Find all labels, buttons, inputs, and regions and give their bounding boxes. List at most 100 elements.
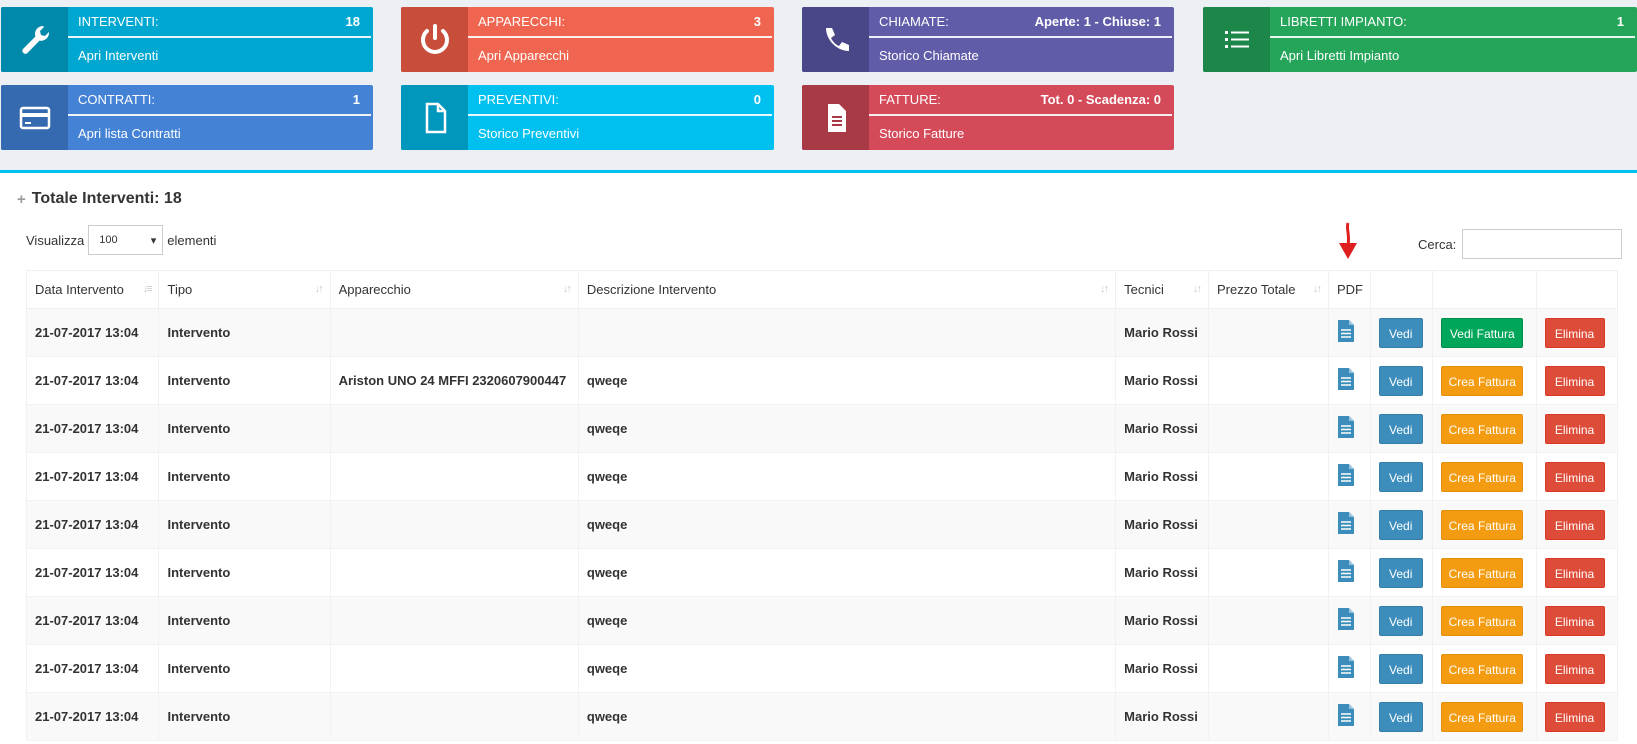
list-icon bbox=[1203, 7, 1270, 72]
view-button[interactable]: Vedi bbox=[1378, 653, 1423, 684]
column-header[interactable]: Prezzo Totale ↓↑ bbox=[1208, 270, 1329, 309]
cell-tecnici: Mario Rossi bbox=[1115, 452, 1209, 501]
cell-descrizione: qweqe bbox=[577, 644, 1117, 693]
info-tile-chiamate[interactable]: CHIAMATE: Aperte: 1 - Chiuse: 1 Storico C… bbox=[802, 7, 1174, 72]
invoice-button[interactable]: Crea Fattura bbox=[1441, 365, 1524, 396]
pdf-file-icon[interactable] bbox=[1337, 608, 1355, 634]
column-header[interactable]: Tecnici ↓↑ bbox=[1115, 270, 1209, 309]
info-tile-apparecchi[interactable]: APPARECCHI: 3 Apri Apparecchi bbox=[401, 7, 774, 72]
cell-invoice: Crea Fattura bbox=[1432, 452, 1537, 501]
delete-button[interactable]: Elimina bbox=[1544, 317, 1605, 348]
cell-pdf bbox=[1327, 308, 1371, 357]
invoice-button[interactable]: Crea Fattura bbox=[1441, 701, 1524, 732]
cell-view: Vedi bbox=[1369, 500, 1434, 549]
cell-tipo: Intervento bbox=[158, 548, 331, 597]
delete-button[interactable]: Elimina bbox=[1544, 653, 1605, 684]
tile-value: 1 bbox=[1616, 14, 1624, 29]
cell-view: Vedi bbox=[1369, 644, 1434, 693]
pdf-file-icon[interactable] bbox=[1337, 416, 1355, 442]
tile-value: Tot. 0 - Scadenza: 0 bbox=[1040, 92, 1161, 107]
view-button[interactable]: Vedi bbox=[1378, 413, 1423, 444]
column-header[interactable]: Apparecchio ↓↑ bbox=[329, 270, 579, 309]
delete-button[interactable]: Elimina bbox=[1544, 701, 1605, 732]
cell-descrizione: qweqe bbox=[577, 596, 1117, 645]
cell-prezzo bbox=[1208, 548, 1329, 597]
info-tile-fatture[interactable]: FATTURE: Tot. 0 - Scadenza: 0 Storico Fat… bbox=[802, 85, 1174, 150]
column-header[interactable]: Tipo ↓↑ bbox=[158, 270, 331, 309]
tile-link[interactable]: Apri lista Contratti bbox=[68, 116, 373, 150]
invoice-button[interactable]: Crea Fattura bbox=[1441, 557, 1524, 588]
pdf-file-icon[interactable] bbox=[1337, 320, 1355, 346]
column-header[interactable]: Descrizione Intervento ↓↑ bbox=[577, 270, 1117, 309]
pdf-file-icon[interactable] bbox=[1337, 704, 1355, 730]
cell-view: Vedi bbox=[1369, 596, 1434, 645]
view-button[interactable]: Vedi bbox=[1378, 509, 1423, 540]
tile-link[interactable]: Storico Preventivi bbox=[468, 116, 774, 150]
cell-invoice: Crea Fattura bbox=[1432, 500, 1537, 549]
table-row: 21-07-2017 13:04 Intervento Mario Rossi … bbox=[25, 308, 1619, 357]
cell-delete: Elimina bbox=[1535, 308, 1619, 357]
tile-link[interactable]: Storico Fatture bbox=[869, 116, 1174, 150]
invoice-button[interactable]: Crea Fattura bbox=[1441, 653, 1524, 684]
delete-button[interactable]: Elimina bbox=[1544, 509, 1605, 540]
file-text-icon bbox=[802, 85, 869, 150]
column-header[interactable]: Data Intervento ↓≡ bbox=[25, 270, 160, 309]
cell-prezzo bbox=[1208, 500, 1329, 549]
view-button[interactable]: Vedi bbox=[1378, 557, 1423, 588]
invoice-button[interactable]: Crea Fattura bbox=[1441, 605, 1524, 636]
page-length-select[interactable]: 100 ▾ bbox=[88, 225, 164, 255]
cell-apparecchio bbox=[329, 596, 579, 645]
cell-apparecchio bbox=[329, 308, 579, 357]
delete-button[interactable]: Elimina bbox=[1544, 461, 1605, 492]
delete-button[interactable]: Elimina bbox=[1544, 365, 1605, 396]
sort-icon: ↓↑ bbox=[1312, 283, 1322, 295]
tile-link[interactable]: Apri Apparecchi bbox=[468, 38, 774, 72]
tile-link[interactable]: Storico Chiamate bbox=[869, 38, 1174, 72]
invoice-button[interactable]: Vedi Fattura bbox=[1441, 317, 1524, 348]
cell-view: Vedi bbox=[1369, 356, 1434, 405]
tile-value: 3 bbox=[753, 14, 761, 29]
cell-apparecchio bbox=[329, 548, 579, 597]
tile-value: 18 bbox=[345, 14, 360, 29]
tile-label: PREVENTIVI: bbox=[478, 92, 559, 107]
invoice-button[interactable]: Crea Fattura bbox=[1441, 461, 1524, 492]
cell-data: 21-07-2017 13:04 bbox=[25, 308, 160, 357]
tile-link[interactable]: Apri Interventi bbox=[68, 38, 373, 72]
delete-button[interactable]: Elimina bbox=[1544, 413, 1605, 444]
delete-button[interactable]: Elimina bbox=[1544, 557, 1605, 588]
length-label-before: Visualizza bbox=[26, 232, 85, 248]
view-button[interactable]: Vedi bbox=[1378, 701, 1423, 732]
pdf-file-icon[interactable] bbox=[1337, 656, 1355, 682]
cell-data: 21-07-2017 13:04 bbox=[25, 356, 160, 405]
pdf-file-icon[interactable] bbox=[1337, 512, 1355, 538]
cell-pdf bbox=[1327, 452, 1371, 501]
expand-plus-icon[interactable]: + bbox=[17, 191, 26, 208]
interventions-table: Data Intervento ↓≡ Tipo ↓↑ Apparecchio ↓↑ Desc… bbox=[25, 270, 1619, 741]
info-tile-contratti[interactable]: CONTRATTI: 1 Apri lista Contratti bbox=[1, 85, 373, 150]
info-tile-librettiimpianto[interactable]: LIBRETTI IMPIANTO: 1 Apri Libretti Impian… bbox=[1203, 7, 1637, 72]
invoice-button[interactable]: Crea Fattura bbox=[1441, 413, 1524, 444]
view-button[interactable]: Vedi bbox=[1378, 605, 1423, 636]
pdf-file-icon[interactable] bbox=[1337, 464, 1355, 490]
pdf-file-icon[interactable] bbox=[1337, 368, 1355, 394]
pdf-file-icon[interactable] bbox=[1337, 560, 1355, 586]
cell-view: Vedi bbox=[1369, 692, 1434, 741]
tile-link[interactable]: Apri Libretti Impianto bbox=[1270, 38, 1637, 72]
cell-tipo: Intervento bbox=[158, 356, 331, 405]
view-button[interactable]: Vedi bbox=[1378, 317, 1423, 348]
cell-tecnici: Mario Rossi bbox=[1115, 692, 1209, 741]
delete-button[interactable]: Elimina bbox=[1544, 605, 1605, 636]
cell-pdf bbox=[1327, 644, 1371, 693]
search-input[interactable] bbox=[1462, 229, 1623, 259]
info-tile-interventi[interactable]: INTERVENTI: 18 Apri Interventi bbox=[1, 7, 373, 72]
view-button[interactable]: Vedi bbox=[1378, 461, 1423, 492]
table-row: 21-07-2017 13:04 Intervento qweqe Mario … bbox=[25, 644, 1619, 693]
cell-descrizione: qweqe bbox=[577, 548, 1117, 597]
tile-label: LIBRETTI IMPIANTO: bbox=[1280, 14, 1407, 29]
table-row: 21-07-2017 13:04 Intervento qweqe Mario … bbox=[25, 452, 1619, 501]
info-tile-preventivi[interactable]: PREVENTIVI: 0 Storico Preventivi bbox=[401, 85, 774, 150]
red-arrow-annotation-icon bbox=[1339, 222, 1357, 259]
cell-prezzo bbox=[1208, 452, 1329, 501]
view-button[interactable]: Vedi bbox=[1378, 365, 1423, 396]
invoice-button[interactable]: Crea Fattura bbox=[1441, 509, 1524, 540]
